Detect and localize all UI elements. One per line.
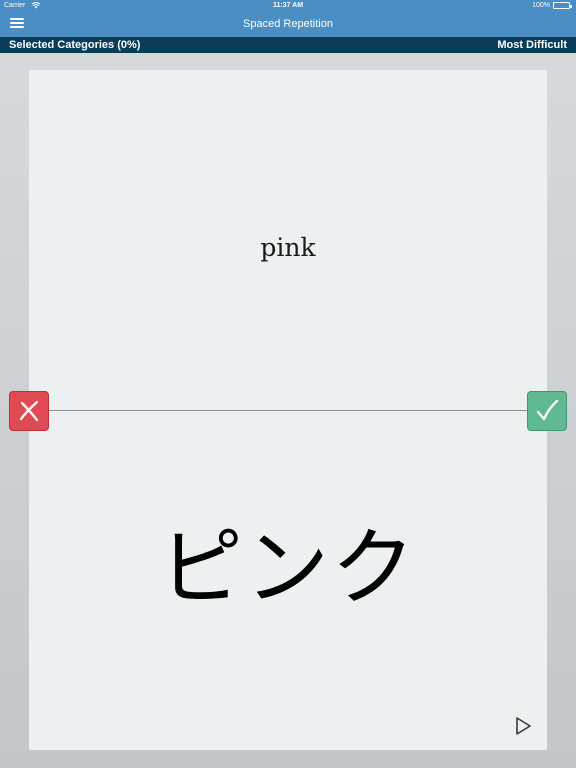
selected-categories-button[interactable]: Selected Categories (0%) xyxy=(9,39,140,51)
status-bar: Carrier 11:37 AM 100% xyxy=(0,0,576,12)
card-answer-word: ピンク xyxy=(158,519,417,617)
play-icon xyxy=(516,717,531,735)
difficulty-mode-button[interactable]: Most Difficult xyxy=(497,39,567,51)
check-mark-icon xyxy=(536,399,559,421)
status-time: 11:37 AM xyxy=(272,2,304,9)
card-prompt-word: pink xyxy=(260,233,316,262)
play-audio-button[interactable] xyxy=(512,714,534,738)
x-mark-icon xyxy=(19,400,39,422)
card-divider xyxy=(48,410,528,411)
battery-percent: 100% xyxy=(532,2,550,9)
wrong-answer-button[interactable] xyxy=(9,391,49,431)
navigation-bar: Spaced Repetition xyxy=(0,12,576,37)
page-title: Spaced Repetition xyxy=(243,18,333,30)
category-bar: Selected Categories (0%) Most Difficult xyxy=(0,37,576,53)
correct-answer-button[interactable] xyxy=(527,391,567,431)
battery-icon xyxy=(553,2,572,9)
